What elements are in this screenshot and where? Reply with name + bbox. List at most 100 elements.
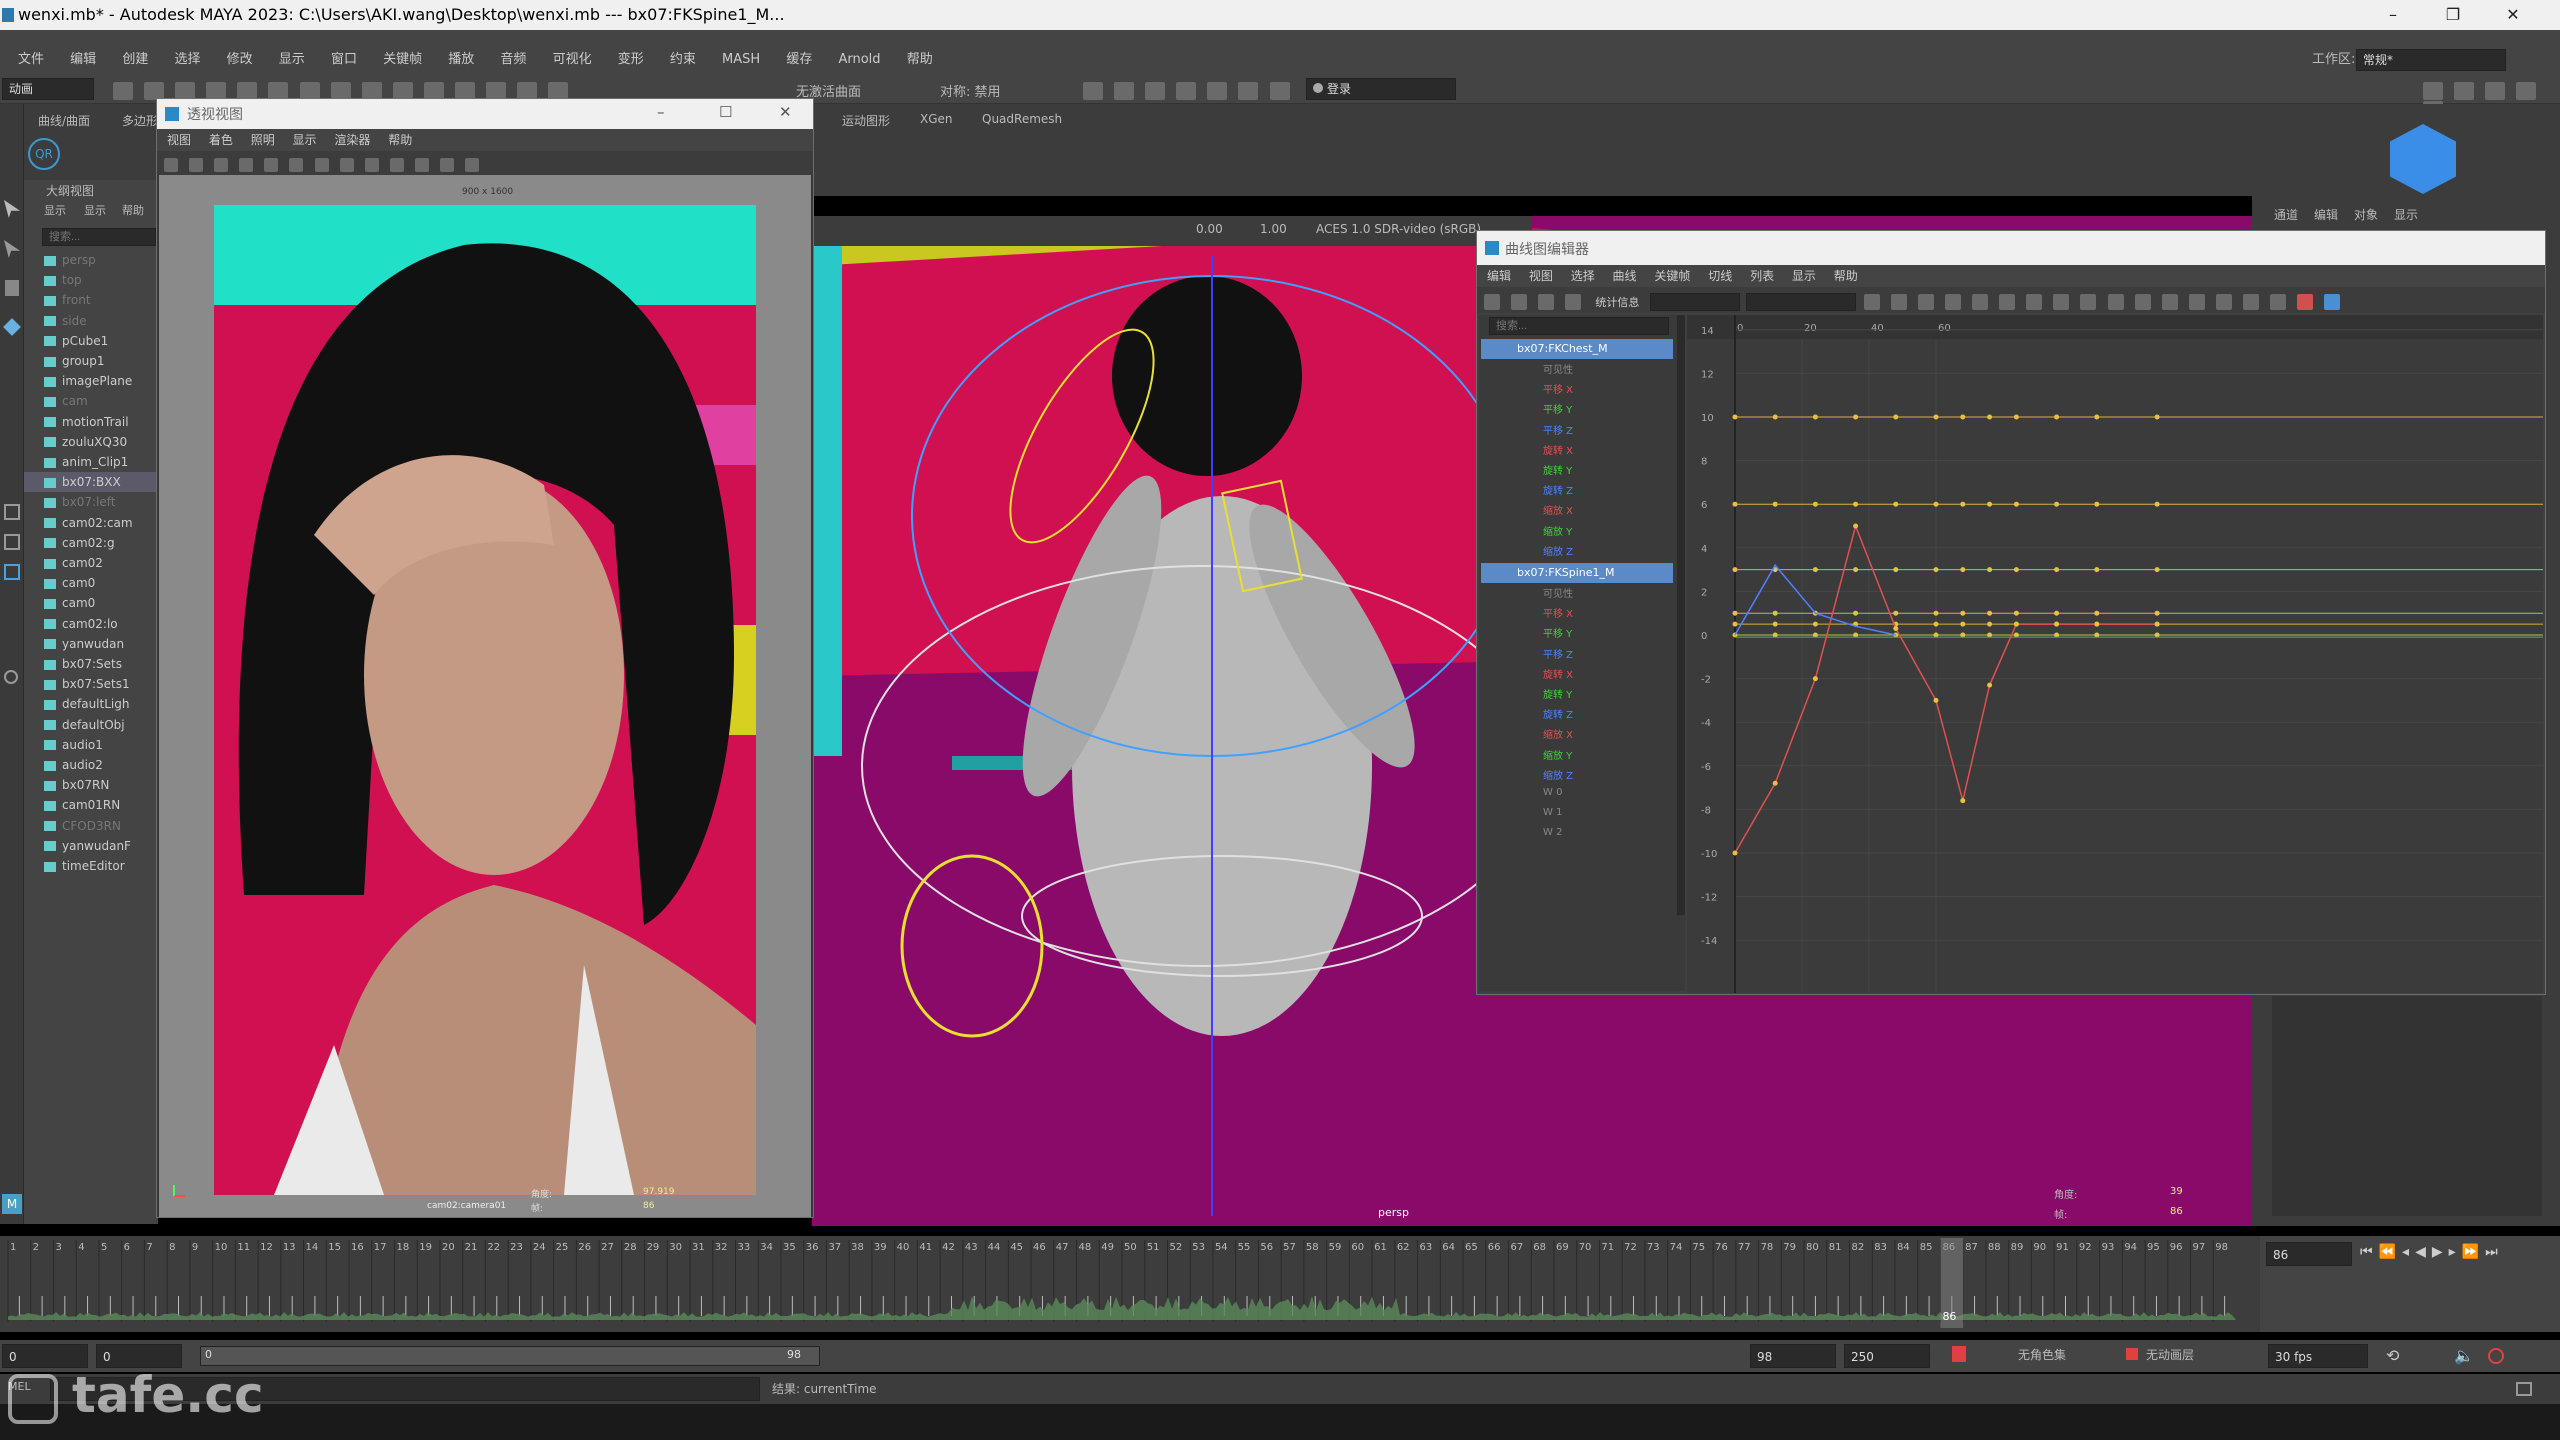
ge-channel[interactable]: 旋转 Z [1509, 482, 1573, 497]
outliner-item[interactable]: bx07:BXX [24, 472, 158, 493]
outliner-item[interactable]: motionTrail [24, 412, 158, 432]
menu-windows[interactable]: 窗口 [331, 46, 357, 74]
ge-menu-help[interactable]: 帮助 [1834, 265, 1858, 287]
stats-field-2[interactable] [1745, 292, 1856, 311]
auto-tangent-icon[interactable] [1944, 293, 1961, 310]
ge-outliner-scrollbar[interactable] [1677, 315, 1685, 915]
outliner-item[interactable]: cam02 [24, 553, 158, 573]
stats-field-1[interactable] [1650, 292, 1741, 311]
shelf-logo-icon[interactable] [2390, 124, 2456, 194]
menu-mash[interactable]: MASH [722, 46, 760, 74]
outliner-item[interactable]: anim_Clip1 [24, 452, 158, 472]
qr-icon[interactable]: QR [28, 138, 60, 170]
ge-channel[interactable]: 平移 Z [1509, 646, 1573, 661]
outliner-item[interactable]: cam02:g [24, 533, 158, 553]
workspace-select[interactable]: 常规* [2356, 49, 2506, 71]
panel-tab-object[interactable]: 对象 [2354, 206, 2378, 223]
outliner-item[interactable]: defaultLigh [24, 694, 158, 714]
menu-create[interactable]: 创建 [122, 46, 148, 74]
step-back-frame-icon[interactable]: ◂ [2402, 1244, 2415, 1260]
step-tangent-icon[interactable] [2080, 293, 2097, 310]
menu-help[interactable]: 帮助 [907, 46, 933, 74]
playback-start-field[interactable]: 0 [96, 1344, 182, 1368]
symmetry-label[interactable]: 对称: 禁用 [940, 81, 1001, 100]
menu-deform[interactable]: 变形 [618, 46, 644, 74]
go-to-start-icon[interactable]: ⏮ [2360, 1244, 2379, 1260]
ge-channel[interactable]: 缩放 X [1509, 726, 1573, 741]
plateau-tangent-icon[interactable] [2107, 293, 2124, 310]
render-settings-icon[interactable] [1176, 81, 1197, 100]
outliner-item[interactable]: top [24, 270, 158, 290]
persp-menu-help[interactable]: 帮助 [388, 129, 412, 151]
auto-key-icon[interactable] [1952, 1346, 1966, 1362]
redo-icon[interactable] [237, 81, 258, 100]
script-editor-icon[interactable] [2516, 1382, 2532, 1396]
ge-channel[interactable]: 平移 Y [1509, 625, 1572, 640]
move-key-icon[interactable] [1484, 293, 1500, 310]
persp-minimize-button[interactable]: – [657, 103, 665, 121]
outliner-item[interactable]: bx07:left [24, 492, 158, 512]
persp-window-titlebar[interactable]: 透视视图 – ☐ ✕ [157, 99, 813, 129]
curve-filter-icon[interactable] [2324, 293, 2341, 310]
panel-tab-edit[interactable]: 编辑 [2314, 206, 2338, 223]
outliner-item[interactable]: side [24, 311, 158, 331]
persp-menu-lighting[interactable]: 照明 [251, 129, 275, 151]
gamma-value[interactable]: 1.00 [1260, 222, 1287, 236]
outliner-item[interactable]: timeEditor [24, 856, 158, 876]
ge-channel[interactable]: 旋转 Y [1509, 686, 1572, 701]
channel-box-icon[interactable] [2516, 81, 2537, 100]
outliner-item[interactable]: defaultObj [24, 715, 158, 735]
range-slider-start[interactable]: 0 [205, 1348, 212, 1361]
range-slider-end[interactable]: 98 [787, 1348, 801, 1361]
play-forward-icon[interactable]: ▶ [2432, 1244, 2449, 1260]
ge-channel[interactable]: 旋转 Z [1509, 706, 1573, 721]
lights-icon[interactable] [414, 157, 429, 172]
range-slider[interactable]: 0 98 [200, 1346, 820, 1366]
menu-edit[interactable]: 编辑 [70, 46, 96, 74]
magnet-icon[interactable] [548, 81, 569, 100]
login-button[interactable]: 登录 [1306, 78, 1456, 100]
open-scene-icon[interactable] [144, 81, 165, 100]
persp-menu-view[interactable]: 视图 [167, 129, 191, 151]
menu-arnold[interactable]: Arnold [838, 46, 880, 74]
colorspace-select[interactable]: ACES 1.0 SDR-video (sRGB) [1316, 222, 1481, 236]
layout-four-icon[interactable] [4, 534, 20, 550]
outliner-item[interactable]: imagePlane [24, 371, 158, 391]
attribute-editor-icon[interactable] [2454, 81, 2475, 100]
outliner-item[interactable]: pCube1 [24, 331, 158, 351]
outliner-item[interactable]: cam02:lo [24, 614, 158, 634]
history-icon[interactable] [517, 81, 538, 100]
outliner-item[interactable]: yanwudanF [24, 836, 158, 856]
paint-tool-icon[interactable] [5, 280, 19, 296]
outliner-item[interactable]: bx07:Sets1 [24, 674, 158, 694]
menu-constrain[interactable]: 约束 [670, 46, 696, 74]
ge-node[interactable]: bx07:FKChest_M [1481, 339, 1673, 359]
persp-menu-renderer[interactable]: 渲染器 [334, 129, 370, 151]
anim-layer-select[interactable]: 无动画层 [2146, 1346, 2194, 1363]
outliner-item[interactable]: cam [24, 391, 158, 411]
outliner-item[interactable]: bx07:Sets [24, 654, 158, 674]
textured-icon[interactable] [389, 157, 404, 172]
outliner-menu-help[interactable]: 帮助 [122, 202, 144, 218]
outliner-item[interactable]: yanwudan [24, 634, 158, 654]
loop-icon[interactable]: ⟲ [2386, 1346, 2399, 1365]
step-forward-key-icon[interactable]: ⏩ [2462, 1244, 2485, 1260]
spline-tangent-icon[interactable] [1972, 293, 1989, 310]
menu-cache[interactable]: 缓存 [786, 46, 812, 74]
ge-channel[interactable]: 缩放 Z [1509, 543, 1573, 558]
stacked-view-icon[interactable] [2297, 293, 2314, 310]
resolution-gate-icon[interactable] [314, 157, 329, 172]
ge-search-input[interactable] [1489, 317, 1669, 335]
ge-channel[interactable]: 可见性 [1509, 361, 1573, 376]
outliner-item[interactable]: bx07RN [24, 775, 158, 795]
play-backward-icon[interactable]: ◀ [2415, 1244, 2432, 1260]
ge-channel[interactable]: 旋转 X [1509, 666, 1573, 681]
shelf-tab-quadremesh[interactable]: QuadRemesh [982, 112, 1062, 126]
save-scene-icon[interactable] [175, 81, 196, 100]
outliner-menu-display[interactable]: 显示 [44, 202, 66, 218]
close-button[interactable]: ✕ [2490, 0, 2536, 30]
render-frame-icon[interactable] [1083, 81, 1103, 100]
frame-playback-icon[interactable] [1917, 293, 1934, 310]
camera-select-icon[interactable] [164, 157, 178, 172]
buffer-curve-icon[interactable] [2188, 293, 2205, 310]
